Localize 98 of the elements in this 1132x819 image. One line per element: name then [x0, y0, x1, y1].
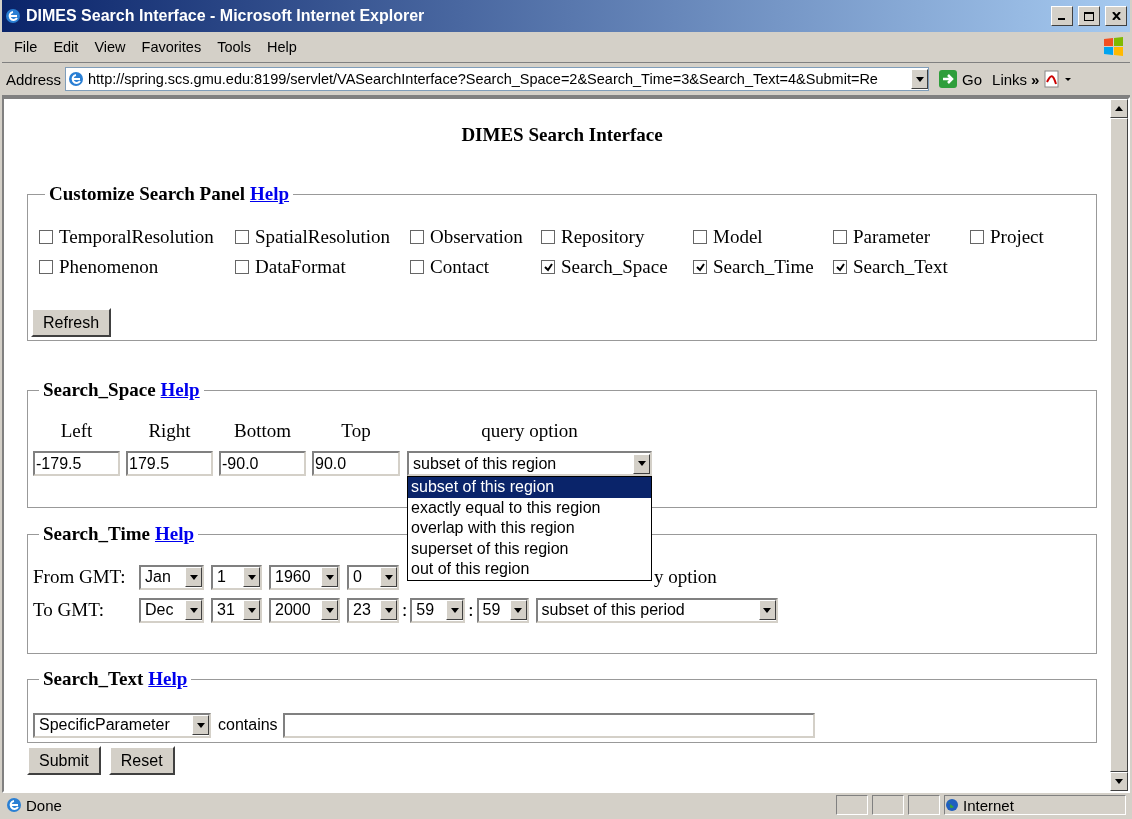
dropdown-field[interactable]: Dec — [139, 597, 204, 623]
dropdown-field[interactable]: 0 — [347, 564, 399, 590]
field-label: query option — [481, 419, 578, 443]
checkbox-label: SpatialResolution — [255, 225, 391, 249]
close-button[interactable] — [1105, 6, 1127, 26]
globe-e-icon — [6, 797, 22, 813]
panel-title: Search_Time — [43, 523, 150, 544]
chevron-button[interactable]: » — [1031, 70, 1040, 88]
checkbox-label: Search_Time — [713, 255, 814, 279]
dropdown-field[interactable]: SpecificParameter — [33, 712, 211, 738]
scroll-up-icon[interactable] — [1110, 99, 1128, 118]
checkbox[interactable] — [693, 260, 707, 274]
zone-text: Internet — [963, 796, 1014, 814]
links-button[interactable]: Links — [992, 70, 1028, 88]
maximize-button[interactable] — [1078, 6, 1100, 26]
dropdown-field[interactable]: 2000 — [269, 597, 340, 623]
address-field[interactable]: http://spring.scs.gmu.edu:8199/servlet/VASearchInterface?Search_Space=2&Search_Time=3&Search_Text=4&Submit=Re — [65, 67, 930, 91]
row-label: To GMT: — [33, 599, 106, 621]
checkbox[interactable] — [39, 230, 53, 244]
checkbox[interactable] — [833, 260, 847, 274]
menu-item[interactable]: File — [6, 37, 46, 57]
page-title: DIMES Search Interface — [460, 123, 664, 147]
globe-e-icon — [5, 8, 21, 24]
checkbox-label: TemporalResolution — [59, 225, 214, 249]
scroll-down-icon[interactable] — [1110, 772, 1128, 791]
checkbox-label: Project — [990, 225, 1044, 249]
dropdown-field[interactable]: subset of this region — [407, 451, 652, 476]
menu-item[interactable]: Help — [259, 37, 305, 57]
checkbox-label: DataFormat — [255, 255, 346, 279]
help-link[interactable]: Help — [154, 523, 195, 544]
separator-text: : — [468, 599, 474, 621]
field-label: Right — [148, 419, 191, 443]
refresh-button[interactable]: Refresh — [31, 308, 112, 337]
checkbox[interactable] — [39, 260, 53, 274]
submit-button[interactable]: Submit — [27, 746, 101, 775]
address-label: Address — [6, 70, 62, 88]
checkbox-label: Search_Space — [561, 255, 668, 279]
menu-item[interactable]: Edit — [45, 37, 87, 57]
document-tool-icon[interactable] — [1043, 70, 1074, 88]
dropdown-field[interactable]: subset of this period — [535, 597, 778, 623]
checkbox-label: Search_Text — [853, 255, 948, 279]
field-label: Bottom — [234, 419, 291, 443]
field-label: y option — [654, 566, 717, 588]
checkbox-label: Phenomenon — [59, 255, 159, 279]
help-link[interactable]: Help — [160, 379, 200, 400]
dropdown-option[interactable]: subset of this region — [408, 477, 651, 498]
checkbox[interactable] — [410, 230, 424, 244]
panel-title: Search_Text — [43, 668, 144, 689]
checkbox[interactable] — [235, 230, 249, 244]
checkbox-label: Model — [713, 225, 763, 249]
checkbox-label: Contact — [430, 255, 490, 279]
dropdown-field[interactable]: 59 — [476, 597, 529, 623]
maximize-icon — [1084, 11, 1094, 21]
checkbox[interactable] — [541, 260, 555, 274]
field-label: Left — [60, 419, 93, 443]
reset-button[interactable]: Reset — [108, 746, 175, 775]
help-link[interactable]: Help — [148, 668, 188, 689]
text-field[interactable] — [282, 712, 815, 738]
help-link[interactable]: Help — [249, 183, 290, 204]
dropdown-field[interactable]: 1 — [211, 564, 262, 590]
dropdown-field[interactable]: 31 — [211, 597, 262, 623]
field-label: Top — [341, 419, 371, 443]
coordinate-field[interactable]: 90.0 — [312, 451, 400, 476]
checkbox-label: Repository — [561, 225, 645, 249]
globe-e-icon — [68, 71, 85, 87]
menu-item[interactable]: Tools — [209, 37, 260, 57]
minimize-button[interactable] — [1051, 6, 1073, 26]
panel-title: Search_Space — [43, 379, 156, 400]
dropdown-field[interactable]: 1960 — [269, 564, 340, 590]
checkbox-label: Parameter — [853, 225, 930, 249]
row-label: From GMT: — [33, 566, 127, 588]
checkbox[interactable] — [235, 260, 249, 274]
dropdown-field[interactable]: 23 — [347, 597, 399, 623]
checkbox[interactable] — [693, 230, 707, 244]
status-pane — [908, 795, 940, 815]
dropdown-field[interactable]: 59 — [410, 597, 466, 623]
separator-text: : — [402, 599, 408, 621]
status-text: Done — [26, 796, 63, 814]
status-pane — [836, 795, 868, 815]
panel-title: Customize Search Panel — [49, 183, 245, 204]
menu-item[interactable]: View — [86, 37, 134, 57]
globe-icon — [945, 798, 959, 812]
go-button[interactable]: Go — [933, 70, 989, 88]
dropdown-field[interactable]: Jan — [139, 564, 204, 590]
coordinate-field[interactable]: -90.0 — [219, 451, 306, 476]
close-icon — [1111, 12, 1121, 20]
menu-item[interactable]: Favorites — [133, 37, 210, 57]
status-pane — [872, 795, 904, 815]
checkbox[interactable] — [833, 230, 847, 244]
window-title: DIMES Search Interface - Microsoft Internet Explorer — [26, 7, 426, 25]
checkbox-label: Observation — [430, 225, 523, 249]
windows-flag-icon — [1102, 36, 1126, 58]
checkbox[interactable] — [541, 230, 555, 244]
checkbox[interactable] — [970, 230, 984, 244]
coordinate-field[interactable]: 179.5 — [126, 451, 213, 476]
contains-label: contains — [218, 715, 278, 735]
coordinate-field[interactable]: -179.5 — [33, 451, 120, 476]
checkbox[interactable] — [410, 260, 424, 274]
